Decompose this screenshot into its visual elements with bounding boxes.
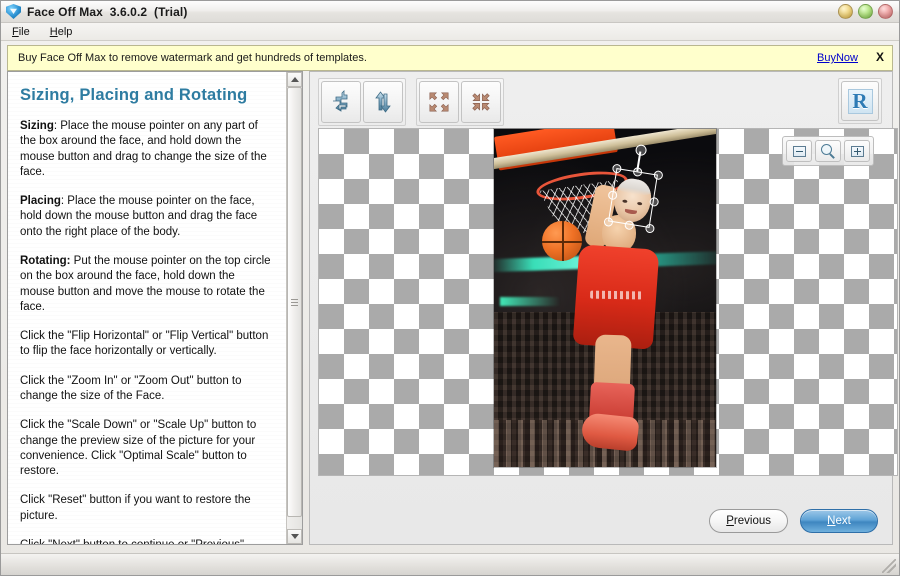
- instruction-paragraph: Rotating: Put the mouse pointer on the t…: [20, 254, 272, 315]
- window-title-edition: (Trial): [154, 5, 187, 19]
- face-eye-right: [637, 202, 642, 206]
- arrows-out-icon: [428, 91, 450, 113]
- zoom-in-button[interactable]: [419, 81, 459, 123]
- face-mouth: [625, 209, 637, 215]
- scroll-up-arrow-icon[interactable]: [287, 72, 302, 87]
- preview-photo[interactable]: [494, 129, 716, 467]
- instruction-paragraph: Sizing: Place the mouse pointer on any p…: [20, 119, 272, 180]
- resize-handle-bottom-center[interactable]: [624, 220, 634, 230]
- reset-tool-group: R: [838, 78, 882, 124]
- instruction-lead: Rotating:: [20, 255, 70, 267]
- scrollbar-grip-icon: [291, 297, 298, 308]
- flip-horizontal-button[interactable]: [321, 81, 361, 123]
- maximize-button[interactable]: [858, 4, 873, 19]
- next-button[interactable]: Next: [800, 509, 878, 533]
- flip-tool-group: [318, 78, 406, 126]
- menu-bar: File Help: [1, 23, 899, 41]
- instruction-paragraph: Click "Next" button to continue or "Prev…: [20, 538, 272, 544]
- photo-basketball: [542, 221, 582, 261]
- face-eye-left: [622, 200, 627, 204]
- window-title-name: Face Off Max: [27, 5, 103, 19]
- trial-banner-text: Buy Face Off Max to remove watermark and…: [18, 52, 817, 64]
- resize-handle-middle-left[interactable]: [607, 190, 617, 200]
- instruction-body: Click "Reset" button if you want to rest…: [20, 494, 251, 521]
- flip-horizontal-icon: [329, 90, 353, 114]
- instruction-paragraph: Click the "Flip Horizontal" or "Flip Ver…: [20, 329, 272, 360]
- status-bar: [1, 553, 899, 575]
- close-button[interactable]: [878, 4, 893, 19]
- arrows-in-icon: [470, 91, 492, 113]
- scale-controls: [782, 136, 874, 166]
- instruction-body: Click the "Zoom In" or "Zoom Out" button…: [20, 375, 242, 402]
- editor-toolbar: R: [310, 72, 892, 128]
- menu-item-file[interactable]: File: [9, 25, 33, 39]
- resize-handle-bottom-left[interactable]: [603, 216, 613, 226]
- instruction-paragraph: Click the "Scale Down" or "Scale Up" but…: [20, 418, 272, 479]
- resize-handle-bottom-right[interactable]: [644, 223, 654, 233]
- photo-player-jersey: [573, 244, 660, 349]
- instruction-paragraph: Placing: Place the mouse pointer on the …: [20, 194, 272, 240]
- instruction-paragraph: Click "Reset" button if you want to rest…: [20, 493, 272, 524]
- menu-item-help[interactable]: Help: [47, 25, 76, 39]
- instruction-paragraph: Click the "Zoom In" or "Zoom Out" button…: [20, 374, 272, 405]
- plus-box-icon: [851, 146, 864, 157]
- photo-light-streak-small: [500, 297, 560, 306]
- instruction-lead: Placing: [20, 195, 61, 207]
- instruction-body: Click "Next" button to continue or "Prev…: [20, 539, 244, 544]
- editor-panel: R: [309, 71, 893, 545]
- minus-box-icon: [793, 146, 806, 157]
- window-controls: [838, 4, 893, 19]
- instructions-scrollbar[interactable]: [286, 72, 302, 544]
- magnifier-icon: [821, 144, 836, 159]
- scrollbar-thumb[interactable]: [287, 87, 302, 517]
- app-shield-icon: [6, 4, 21, 19]
- instruction-body: Click the "Flip Horizontal" or "Flip Ver…: [20, 330, 268, 357]
- reset-r-icon: R: [848, 89, 873, 114]
- instructions-heading: Sizing, Placing and Rotating: [20, 86, 272, 105]
- window-title-version: 3.6.0.2: [110, 5, 147, 19]
- banner-close-icon[interactable]: X: [876, 50, 884, 64]
- trial-banner: Buy Face Off Max to remove watermark and…: [7, 45, 893, 71]
- resize-grip-icon[interactable]: [882, 559, 896, 573]
- scroll-down-arrow-icon[interactable]: [287, 529, 302, 544]
- flip-vertical-button[interactable]: [363, 81, 403, 123]
- application-window: Face Off Max 3.6.0.2 (Trial) File Help B…: [0, 0, 900, 576]
- face-selection-box[interactable]: [608, 168, 658, 228]
- instructions-document: Sizing, Placing and Rotating Sizing: Pla…: [8, 72, 286, 544]
- preview-canvas[interactable]: [318, 128, 898, 476]
- scrollbar-track[interactable]: [287, 87, 302, 529]
- instructions-panel: Sizing, Placing and Rotating Sizing: Pla…: [7, 71, 303, 545]
- previous-button[interactable]: Previous: [709, 509, 788, 533]
- title-bar: Face Off Max 3.6.0.2 (Trial): [1, 1, 899, 23]
- window-title: Face Off Max 3.6.0.2 (Trial): [27, 5, 187, 19]
- minimize-button[interactable]: [838, 4, 853, 19]
- instruction-lead: Sizing: [20, 120, 54, 132]
- zoom-tool-group: [416, 78, 504, 126]
- flip-vertical-icon: [371, 90, 395, 114]
- resize-handle-top-center[interactable]: [632, 166, 642, 176]
- buy-now-link[interactable]: BuyNow: [817, 52, 858, 64]
- resize-handle-top-left[interactable]: [611, 163, 621, 173]
- scale-down-button[interactable]: [786, 140, 812, 162]
- resize-handle-middle-right[interactable]: [649, 196, 659, 206]
- navigation-bar: Previous Next: [310, 498, 892, 544]
- main-content: Sizing, Placing and Rotating Sizing: Pla…: [1, 71, 899, 553]
- resize-handle-top-right[interactable]: [653, 169, 663, 179]
- zoom-out-button[interactable]: [461, 81, 501, 123]
- instruction-body: Click the "Scale Down" or "Scale Up" but…: [20, 419, 256, 477]
- canvas-area: [318, 128, 884, 498]
- optimal-scale-button[interactable]: [815, 140, 841, 162]
- scale-up-button[interactable]: [844, 140, 870, 162]
- reset-button[interactable]: R: [841, 81, 879, 121]
